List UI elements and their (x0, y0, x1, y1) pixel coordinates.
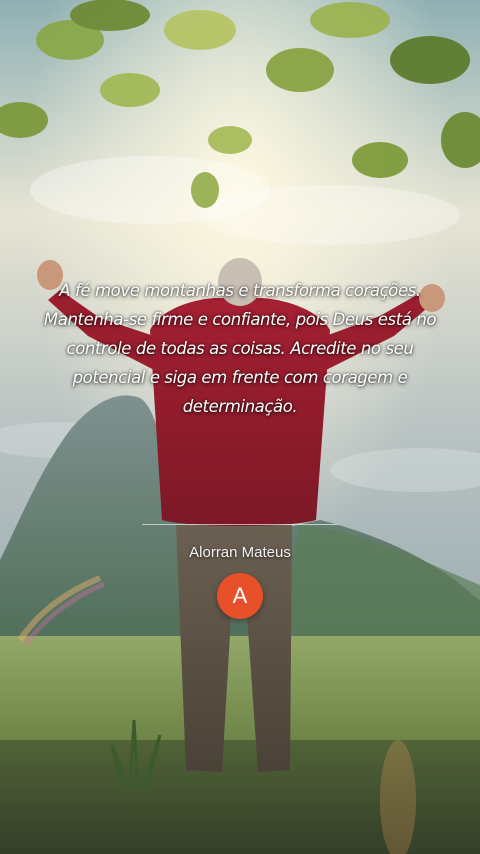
author-avatar[interactable]: A (217, 573, 263, 619)
background-image (0, 0, 480, 854)
quote-block: A fé move montanhas e transforma coraçõe… (40, 276, 440, 421)
divider (142, 524, 338, 525)
quote-text: A fé move montanhas e transforma coraçõe… (43, 281, 437, 416)
author-name: Alorran Mateus (189, 544, 291, 561)
avatar-initial: A (232, 583, 248, 608)
